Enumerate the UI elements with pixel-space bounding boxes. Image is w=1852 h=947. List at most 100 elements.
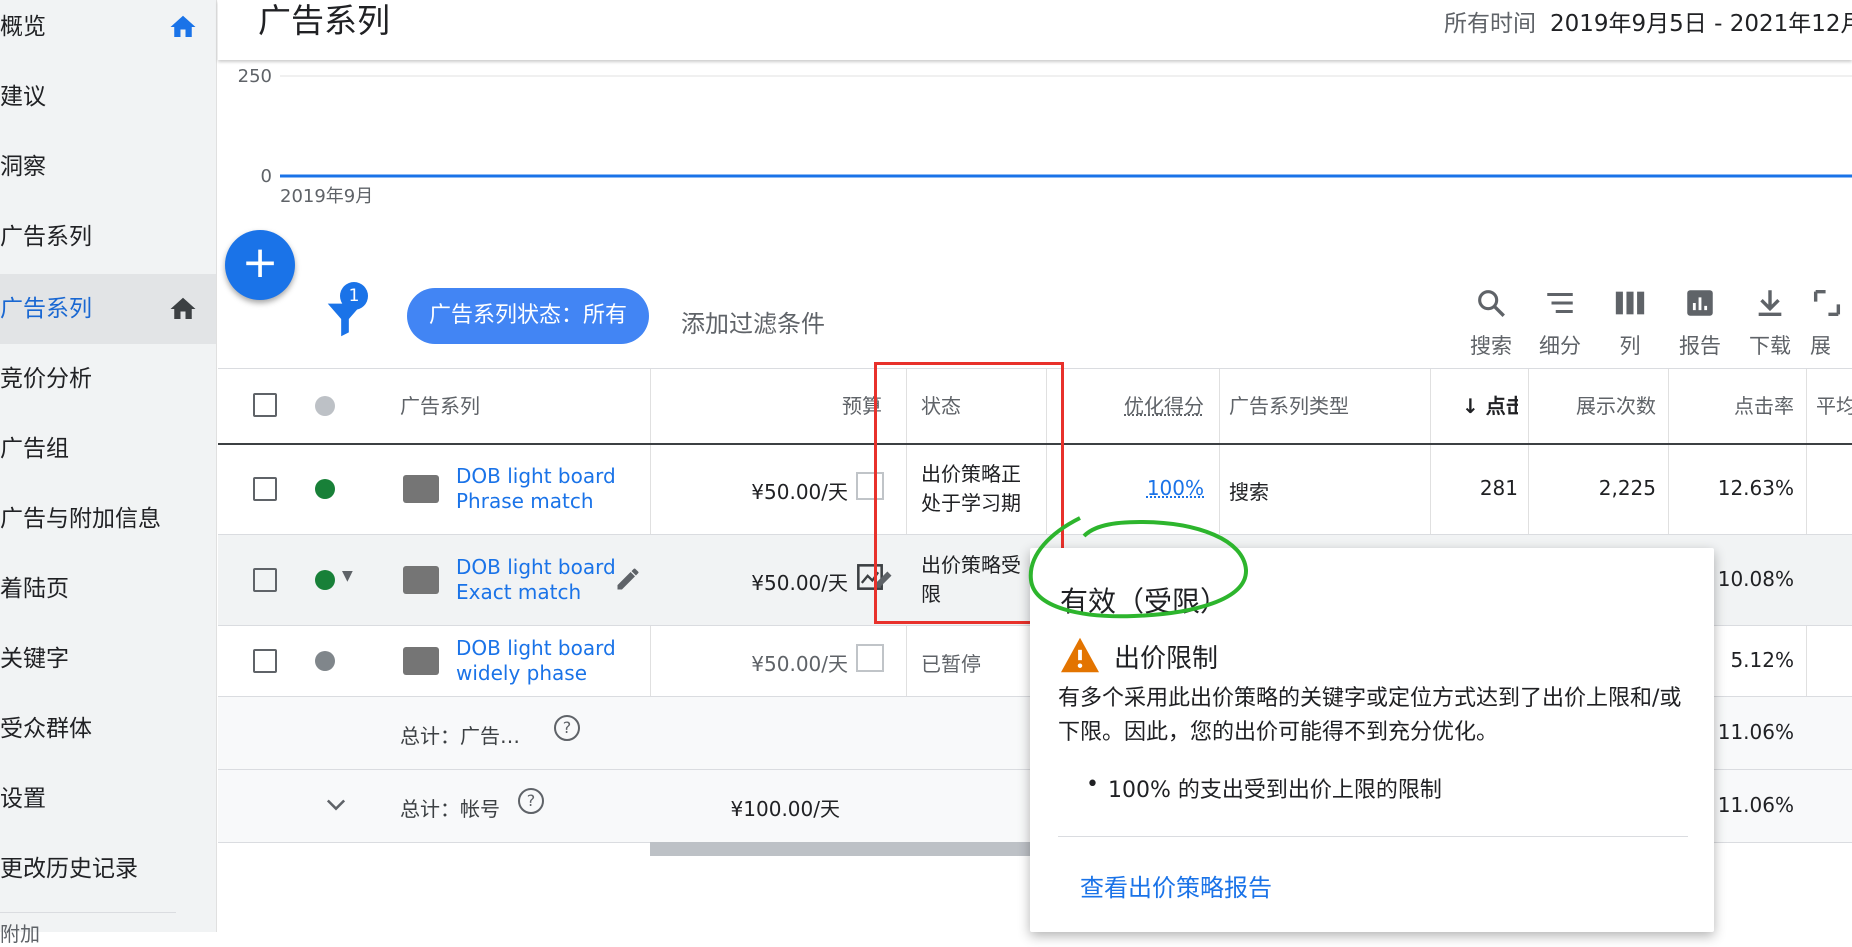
toolbar-search-button[interactable]: 搜索 bbox=[1461, 286, 1521, 360]
campaign-name-line: DOB light board bbox=[456, 636, 616, 660]
popup-subtitle: 出价限制 bbox=[1114, 644, 1219, 674]
column-header-impressions[interactable]: 展示次数 bbox=[1548, 369, 1656, 443]
sidebar-item-label: 建议 bbox=[0, 84, 46, 110]
popup-bullet: 100% 的支出受到出价上限的限制 bbox=[1086, 772, 1442, 804]
help-icon[interactable]: ? bbox=[554, 715, 580, 741]
toolbar-label: 细分 bbox=[1539, 334, 1581, 358]
total-account-budget: ¥100.00/天 bbox=[730, 797, 840, 821]
campaign-name-line: widely phase bbox=[456, 661, 588, 685]
toolbar-label: 搜索 bbox=[1470, 334, 1512, 358]
column-header-clicks[interactable]: ↓ 点击 bbox=[1462, 369, 1518, 443]
x-tick-label: 2019年9月 bbox=[280, 186, 373, 207]
sidebar-item-campaigns[interactable]: 广告系列 bbox=[0, 274, 216, 344]
chevron-down-icon[interactable] bbox=[322, 790, 350, 818]
y-tick-label: 0 bbox=[261, 166, 272, 187]
toolbar-segment-button[interactable]: 细分 bbox=[1530, 286, 1590, 360]
status-enabled-dot[interactable] bbox=[315, 479, 335, 499]
campaign-type-value: 搜索 bbox=[1229, 480, 1269, 504]
popup-description: 有多个采用此出价策略的关键字或定位方式达到了出价上限和/或下限。因此，您的出价可… bbox=[1058, 686, 1682, 745]
campaign-name-line: DOB light board bbox=[456, 555, 616, 579]
sidebar-item-keywords[interactable]: 关键字 bbox=[0, 624, 216, 694]
budget-value: ¥50.00/天 bbox=[751, 571, 848, 595]
home-icon bbox=[170, 297, 196, 319]
toolbar-report-button[interactable]: 报告 bbox=[1670, 286, 1730, 360]
sidebar-item-recommendations[interactable]: 建议 bbox=[0, 62, 216, 132]
performance-chart: 250 0 2019年9月 bbox=[238, 66, 1852, 207]
search-campaign-icon bbox=[403, 566, 439, 594]
warning-icon bbox=[1061, 637, 1099, 673]
home-icon bbox=[170, 15, 196, 37]
sidebar-item-auction-insights[interactable]: 竞价分析 bbox=[0, 344, 216, 414]
filter-chip-campaign-status[interactable]: 广告系列状态：所有 bbox=[407, 288, 650, 344]
sidebar-item-label: 概览 bbox=[0, 14, 46, 40]
y-tick-label: 250 bbox=[238, 66, 272, 87]
sidebar-item-label: 广告与附加信息 bbox=[0, 506, 161, 532]
status-text: 已暂停 bbox=[921, 652, 981, 676]
status-dropdown-caret-icon[interactable]: ▼ bbox=[342, 568, 353, 584]
sidebar: 概览 建议 洞察 广告系列 广告系列 竞价分析 广告组 广告与附加信息 着陆页 … bbox=[0, 0, 217, 946]
horizontal-scrollbar[interactable] bbox=[650, 842, 1030, 856]
search-campaign-icon bbox=[403, 475, 439, 503]
report-icon bbox=[1687, 290, 1713, 316]
sidebar-more-label[interactable]: 附加 bbox=[0, 918, 40, 947]
help-icon[interactable]: ? bbox=[518, 788, 544, 814]
edit-pencil-icon[interactable] bbox=[614, 565, 642, 593]
status-enabled-dot[interactable] bbox=[315, 570, 335, 590]
sidebar-item-label: 设置 bbox=[0, 786, 46, 812]
select-all-checkbox[interactable] bbox=[253, 393, 277, 417]
row-checkbox[interactable] bbox=[253, 649, 277, 673]
toolbar-label: 下载 bbox=[1749, 334, 1791, 358]
budget-chart-disabled-icon bbox=[856, 644, 884, 672]
column-header-campaign-type[interactable]: 广告系列类型 bbox=[1229, 369, 1349, 443]
segment-icon bbox=[1547, 292, 1573, 314]
sidebar-item-settings[interactable]: 设置 bbox=[0, 764, 216, 834]
campaign-name-link[interactable]: DOB light board Exact match bbox=[456, 555, 616, 605]
total-account-label: 总计：帐号 bbox=[400, 797, 500, 821]
column-header-avg[interactable]: 平均 bbox=[1816, 369, 1852, 443]
add-filter-button[interactable]: 添加过滤条件 bbox=[681, 304, 825, 339]
campaign-name-link[interactable]: DOB light board Phrase match bbox=[456, 464, 616, 514]
campaign-name-link[interactable]: DOB light board widely phase bbox=[456, 636, 616, 686]
sidebar-item-audiences[interactable]: 受众群体 bbox=[0, 694, 216, 764]
date-range-picker[interactable]: 2019年9月5日 - 2021年12月26 bbox=[1550, 4, 1852, 38]
sidebar-item-ads-extensions[interactable]: 广告与附加信息 bbox=[0, 484, 216, 554]
sort-arrow-down-icon: ↓ bbox=[1462, 394, 1479, 418]
toolbar-expand-button[interactable]: 展 bbox=[1810, 286, 1852, 360]
column-header-ctr[interactable]: 点击率 bbox=[1688, 369, 1794, 443]
sidebar-item-label: 更改历史记录 bbox=[0, 856, 138, 882]
sidebar-item-landing-pages[interactable]: 着陆页 bbox=[0, 554, 216, 624]
total-campaigns-label: 总计：广告… bbox=[400, 724, 520, 748]
budget-value: ¥50.00/天 bbox=[751, 652, 848, 676]
row-checkbox[interactable] bbox=[253, 568, 277, 592]
column-header-budget[interactable]: 预算 bbox=[778, 369, 882, 443]
page-title: 广告系列 bbox=[258, 1, 390, 40]
row-checkbox[interactable] bbox=[253, 477, 277, 501]
search-campaign-icon bbox=[403, 647, 439, 675]
sidebar-item-change-history[interactable]: 更改历史记录 bbox=[0, 834, 216, 904]
sidebar-item-campaigns-group[interactable]: 广告系列 bbox=[0, 202, 216, 272]
sidebar-item-ad-groups[interactable]: 广告组 bbox=[0, 414, 216, 484]
view-bid-strategy-report-link[interactable]: 查看出价策略报告 bbox=[1080, 868, 1272, 903]
optimization-score-link[interactable]: 100% bbox=[1118, 476, 1204, 500]
column-header-optimization-score[interactable]: 优化得分 bbox=[1110, 369, 1204, 443]
status-paused-icon[interactable] bbox=[315, 651, 335, 671]
campaign-name-line: Exact match bbox=[456, 580, 582, 604]
sidebar-item-label: 关键字 bbox=[0, 646, 69, 672]
sidebar-item-insights[interactable]: 洞察 bbox=[0, 132, 216, 202]
filter-count-badge: 1 bbox=[340, 282, 368, 310]
clicks-value: 281 bbox=[1479, 476, 1518, 500]
toolbar-label: 展 bbox=[1810, 334, 1831, 358]
sidebar-item-overview[interactable]: 概览 bbox=[0, 0, 216, 62]
download-icon bbox=[1758, 290, 1782, 317]
toolbar-columns-button[interactable]: 列 bbox=[1600, 286, 1660, 360]
status-header-dot bbox=[315, 396, 335, 416]
ctr-value: 12.63% bbox=[1717, 476, 1794, 500]
search-icon bbox=[1478, 290, 1505, 317]
budget-value: ¥50.00/天 bbox=[751, 480, 848, 504]
toolbar-download-button[interactable]: 下载 bbox=[1740, 286, 1800, 360]
sidebar-item-label: 广告系列 bbox=[0, 224, 92, 250]
column-header-clicks-label: 点击 bbox=[1485, 394, 1518, 418]
toolbar-label: 报告 bbox=[1679, 334, 1721, 358]
toolbar-label: 列 bbox=[1619, 334, 1641, 358]
column-header-campaign[interactable]: 广告系列 bbox=[400, 369, 480, 443]
